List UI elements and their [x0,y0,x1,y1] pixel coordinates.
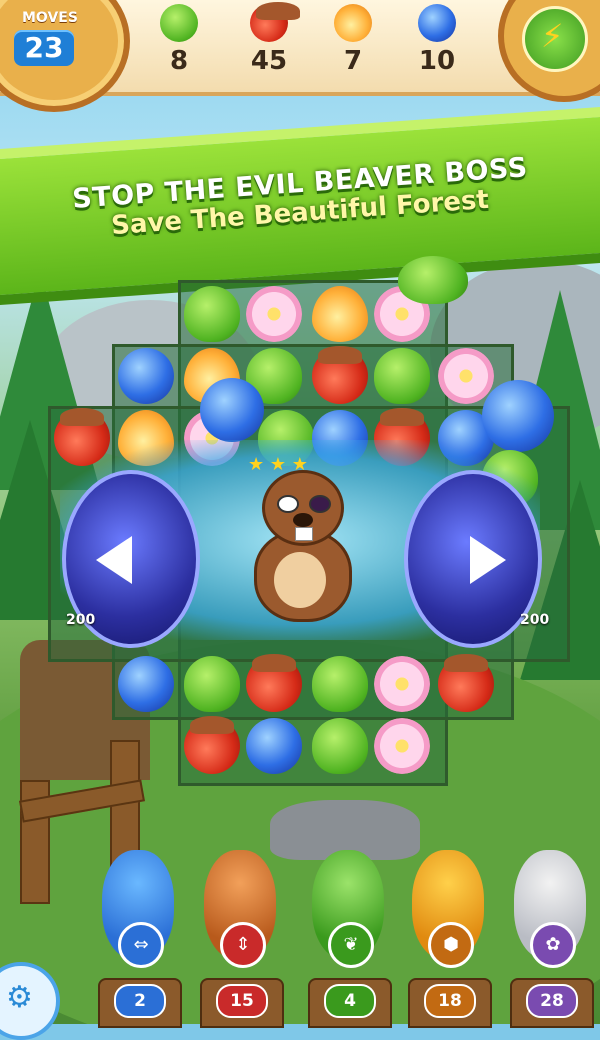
leaf-tile[interactable] [398,256,468,304]
top-hud: MOVES 23 8 45 7 10 ⚡ [0,0,600,112]
helper-frog[interactable]: ❦ 4 [298,850,398,1028]
beaver-belly [274,552,326,608]
beaver-teeth [295,527,313,541]
goal-acorn: 45 [234,2,304,76]
berry-tile[interactable] [118,348,174,404]
goal-count: 8 [169,46,189,76]
leaf-icon: ❦ [328,922,374,968]
berry-tile[interactable] [200,378,264,442]
moves-counter: MOVES 23 [0,0,130,112]
helper-count: 28 [526,984,578,1018]
leaf-tile[interactable] [312,718,368,774]
arrow-right-icon [470,536,506,584]
helper-bird[interactable]: ⇔ 2 [88,850,188,1028]
flower-tile[interactable] [246,286,302,342]
swap-arrows-icon: ⇔ [118,922,164,968]
leaf-tile[interactable] [312,656,368,712]
goal-leaf: 8 [144,4,214,76]
goal-drop: 7 [318,4,388,76]
goal-count: 45 [250,46,288,76]
acorn-tile[interactable] [184,716,240,774]
helper-bee[interactable]: ⬢ 18 [398,850,498,1028]
flower-tile[interactable] [438,348,494,404]
helper-count: 4 [324,984,376,1018]
leaf-tile[interactable] [184,286,240,342]
berry-icon [418,4,456,42]
helper-squirrel[interactable]: ⇕ 15 [190,850,290,1028]
goal-count: 7 [343,46,363,76]
arrow-left-icon [96,536,132,584]
moves-value: 23 [14,30,74,66]
beaver-eye [277,495,299,513]
moves-label: MOVES [22,10,78,26]
beaver-head [262,470,344,546]
helper-count: 18 [424,984,476,1018]
acorn-icon [250,2,300,42]
flower-tile[interactable] [374,656,430,712]
berry-tile[interactable] [246,718,302,774]
beaver-nose [293,513,313,527]
flower-tile[interactable] [374,718,430,774]
helper-count: 2 [114,984,166,1018]
leaf-tile[interactable] [184,656,240,712]
leaf-icon [160,4,198,42]
helper-count: 15 [216,984,268,1018]
helper-bunny[interactable]: ✿ 28 [500,850,600,1028]
leaf-tile[interactable] [374,348,430,404]
berry-tile[interactable] [118,656,174,712]
power-booster-inner: ⚡ [522,6,588,72]
dizzy-stars-icon: ★ ★ ★ [248,454,308,475]
drop-icon [334,4,372,42]
acorn-tile[interactable] [312,346,368,404]
beaver-boss[interactable]: ★ ★ ★ [240,454,360,622]
power-booster-button[interactable]: ⚡ [498,0,600,102]
acorn-tile[interactable] [246,654,302,712]
hexagon-icon: ⬢ [428,922,474,968]
score-popup: 200 [520,612,550,628]
goal-berry: 10 [402,4,472,76]
gear-icon: ⚙ [6,980,33,1015]
beaver-black-eye [309,495,331,513]
candy-icon: ✿ [530,922,576,968]
acorn-tile[interactable] [438,654,494,712]
score-popup: 200 [66,612,96,628]
lightning-icon: ⚡ [541,17,564,55]
up-down-arrows-icon: ⇕ [220,922,266,968]
goal-count: 10 [418,46,456,76]
